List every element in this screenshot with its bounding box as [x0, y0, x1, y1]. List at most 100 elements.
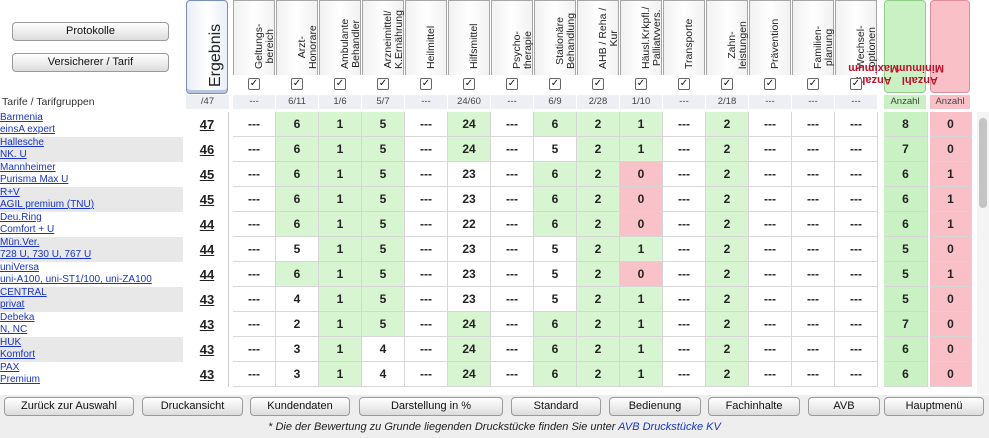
- value-cell[interactable]: 5: [362, 212, 405, 237]
- column-header-transporte[interactable]: Transporte: [663, 0, 705, 75]
- value-cell[interactable]: 6: [534, 312, 577, 337]
- checkbox-arzneimittel[interactable]: ✓: [377, 78, 389, 90]
- value-cell[interactable]: 23: [448, 162, 491, 187]
- value-cell[interactable]: ---: [663, 137, 706, 162]
- value-cell[interactable]: ---: [835, 287, 878, 312]
- value-cell[interactable]: ---: [663, 262, 706, 287]
- ergebnis-score[interactable]: 43: [186, 337, 229, 362]
- checkbox-heilmittel[interactable]: ✓: [420, 78, 432, 90]
- value-cell[interactable]: ---: [835, 187, 878, 212]
- druckansicht-button[interactable]: Druckansicht: [142, 397, 243, 416]
- column-header-familien[interactable]: Familien-planung: [792, 0, 835, 75]
- value-cell[interactable]: 5: [362, 137, 405, 162]
- value-cell[interactable]: ---: [749, 337, 792, 362]
- value-cell[interactable]: ---: [835, 112, 878, 137]
- value-cell[interactable]: ---: [663, 162, 706, 187]
- value-cell[interactable]: 1: [319, 337, 362, 362]
- checkbox-wechsel[interactable]: ✓: [850, 78, 862, 90]
- ergebnis-score[interactable]: 44: [186, 262, 229, 287]
- value-cell[interactable]: 1: [620, 112, 663, 137]
- standard-button[interactable]: Standard: [511, 397, 601, 416]
- value-cell[interactable]: ---: [749, 262, 792, 287]
- value-cell[interactable]: 1: [319, 137, 362, 162]
- value-cell[interactable]: ---: [491, 362, 534, 387]
- value-cell[interactable]: ---: [749, 362, 792, 387]
- column-header-arzt[interactable]: Arzt- Honorare: [276, 0, 319, 75]
- value-cell[interactable]: 1: [620, 237, 663, 262]
- checkbox-arzt[interactable]: ✓: [291, 78, 303, 90]
- tarif-link[interactable]: AGIL premium (TNU): [0, 199, 183, 211]
- value-cell[interactable]: ---: [835, 312, 878, 337]
- insurer-link[interactable]: Deu.Ring: [0, 212, 183, 224]
- value-cell[interactable]: 0: [620, 187, 663, 212]
- value-cell[interactable]: ---: [405, 187, 448, 212]
- value-cell[interactable]: ---: [749, 287, 792, 312]
- value-cell[interactable]: ---: [835, 337, 878, 362]
- value-cell[interactable]: 2: [706, 137, 749, 162]
- value-cell[interactable]: ---: [491, 112, 534, 137]
- checkbox-häusl-krkpfl[interactable]: ✓: [635, 78, 647, 90]
- value-cell[interactable]: ---: [491, 187, 534, 212]
- tarif-link[interactable]: 728 U, 730 U, 767 U: [0, 249, 183, 261]
- value-cell[interactable]: ---: [792, 162, 835, 187]
- value-cell[interactable]: ---: [792, 187, 835, 212]
- value-cell[interactable]: 1: [319, 262, 362, 287]
- value-cell[interactable]: ---: [405, 337, 448, 362]
- value-cell[interactable]: ---: [405, 362, 448, 387]
- value-cell[interactable]: 24: [448, 362, 491, 387]
- checkbox-prävention[interactable]: ✓: [764, 78, 776, 90]
- value-cell[interactable]: 6: [276, 137, 319, 162]
- value-cell[interactable]: ---: [491, 287, 534, 312]
- value-cell[interactable]: 1: [319, 187, 362, 212]
- value-cell[interactable]: ---: [233, 237, 276, 262]
- value-cell[interactable]: ---: [405, 287, 448, 312]
- value-cell[interactable]: ---: [233, 262, 276, 287]
- value-cell[interactable]: 2: [577, 287, 620, 312]
- fachinhalte-button[interactable]: Fachinhalte: [708, 397, 800, 416]
- tarif-link[interactable]: Purisma Max U: [0, 174, 183, 186]
- value-cell[interactable]: ---: [233, 112, 276, 137]
- value-cell[interactable]: ---: [792, 212, 835, 237]
- value-cell[interactable]: ---: [749, 112, 792, 137]
- avb-button[interactable]: AVB: [808, 397, 880, 416]
- value-cell[interactable]: 1: [319, 112, 362, 137]
- value-cell[interactable]: 2: [577, 362, 620, 387]
- value-cell[interactable]: 3: [276, 362, 319, 387]
- anzahl-minimum-header[interactable]: Anzahl Minimum: [896, 0, 970, 93]
- value-cell[interactable]: 6: [276, 162, 319, 187]
- value-cell[interactable]: ---: [749, 237, 792, 262]
- ergebnis-score[interactable]: 45: [186, 162, 229, 187]
- value-cell[interactable]: ---: [663, 187, 706, 212]
- value-cell[interactable]: ---: [405, 237, 448, 262]
- value-cell[interactable]: ---: [792, 312, 835, 337]
- value-cell[interactable]: 2: [706, 212, 749, 237]
- value-cell[interactable]: 24: [448, 112, 491, 137]
- value-cell[interactable]: ---: [405, 162, 448, 187]
- value-cell[interactable]: 3: [276, 337, 319, 362]
- tarif-link[interactable]: privat: [0, 299, 183, 311]
- ergebnis-score[interactable]: 44: [186, 237, 229, 262]
- value-cell[interactable]: 23: [448, 237, 491, 262]
- value-cell[interactable]: 1: [319, 212, 362, 237]
- value-cell[interactable]: 2: [706, 162, 749, 187]
- value-cell[interactable]: 2: [577, 262, 620, 287]
- column-header-ambulante[interactable]: Ambulante Behandler: [319, 0, 362, 75]
- column-header-prävention[interactable]: Prävention: [749, 0, 791, 75]
- value-cell[interactable]: 6: [534, 187, 577, 212]
- value-cell[interactable]: 2: [577, 137, 620, 162]
- value-cell[interactable]: ---: [491, 162, 534, 187]
- value-cell[interactable]: 2: [577, 337, 620, 362]
- value-cell[interactable]: 6: [534, 337, 577, 362]
- value-cell[interactable]: 23: [448, 187, 491, 212]
- value-cell[interactable]: ---: [663, 337, 706, 362]
- tarif-link[interactable]: NK. U: [0, 149, 183, 161]
- value-cell[interactable]: ---: [663, 287, 706, 312]
- value-cell[interactable]: ---: [749, 212, 792, 237]
- value-cell[interactable]: 6: [534, 112, 577, 137]
- value-cell[interactable]: ---: [491, 237, 534, 262]
- value-cell[interactable]: 5: [534, 287, 577, 312]
- value-cell[interactable]: 5: [534, 237, 577, 262]
- zurück-zur-auswahl-button[interactable]: Zurück zur Auswahl: [4, 397, 134, 416]
- value-cell[interactable]: 6: [276, 112, 319, 137]
- value-cell[interactable]: 6: [276, 187, 319, 212]
